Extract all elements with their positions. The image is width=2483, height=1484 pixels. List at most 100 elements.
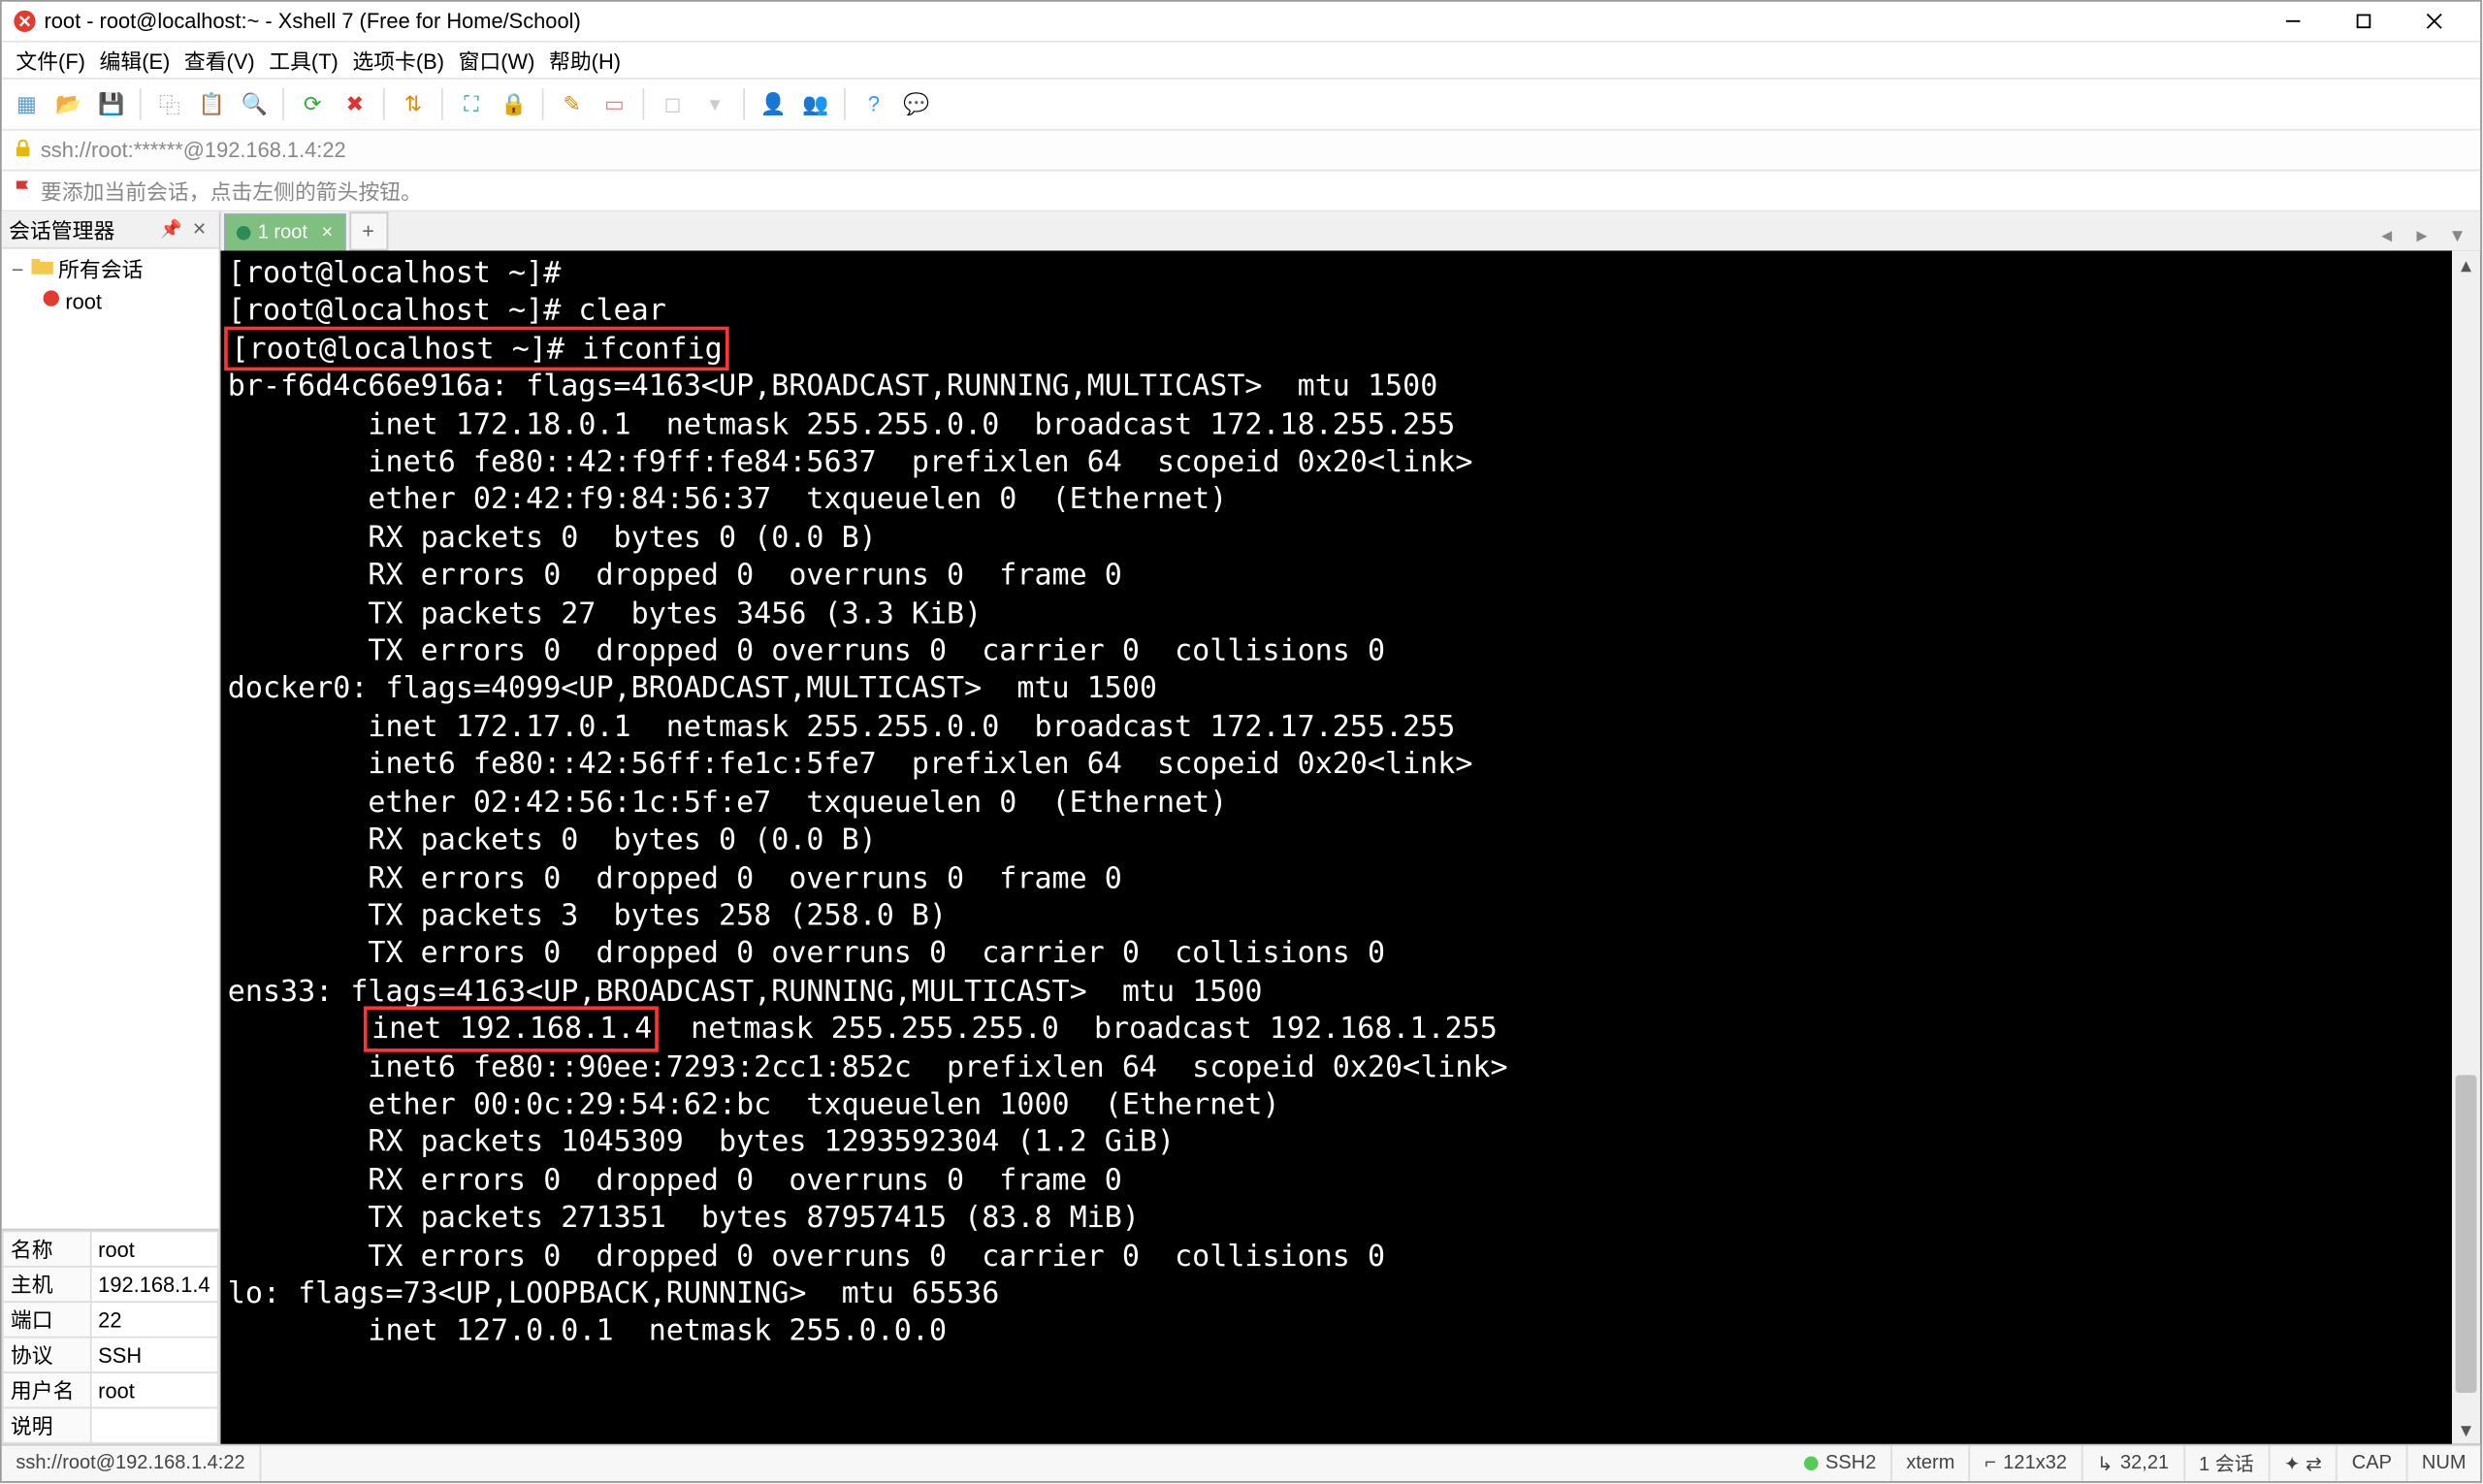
terminal-line: RX packets 1045309 bytes 1293592304 (1.2… bbox=[228, 1123, 2473, 1161]
search-button[interactable]: 🔍 bbox=[237, 86, 272, 121]
prop-key: 名称 bbox=[3, 1231, 90, 1266]
tab-next-button[interactable]: ▸ bbox=[2406, 219, 2438, 251]
indicator2-button[interactable]: ▾ bbox=[697, 86, 732, 121]
terminal-line: [root@localhost ~]# ifconfig bbox=[228, 330, 2473, 368]
tree-collapse-icon[interactable]: − bbox=[9, 257, 26, 281]
prop-row: 主机192.168.1.4 bbox=[3, 1267, 218, 1302]
tree-session[interactable]: root bbox=[37, 286, 215, 316]
reconnect-button[interactable]: ⟳ bbox=[295, 86, 330, 121]
prop-key: 用户名 bbox=[3, 1372, 90, 1407]
scroll-thumb[interactable] bbox=[2456, 1075, 2477, 1393]
toolbar-separator bbox=[282, 88, 284, 120]
terminal-scrollbar[interactable]: ▴ ▾ bbox=[2452, 250, 2480, 1443]
prop-row: 名称root bbox=[3, 1231, 218, 1266]
minimize-button[interactable] bbox=[2258, 2, 2329, 41]
toolbar-separator bbox=[743, 88, 745, 120]
scroll-up-button[interactable]: ▴ bbox=[2452, 250, 2480, 278]
tab-prev-button[interactable]: ◂ bbox=[2370, 219, 2402, 251]
close-button[interactable] bbox=[2399, 2, 2469, 41]
terminal-line: ether 00:0c:29:54:62:bc txqueuelen 1000 … bbox=[228, 1085, 2473, 1123]
tree-root[interactable]: − 所有会话 bbox=[5, 252, 215, 286]
terminal-line: [root@localhost ~]# bbox=[228, 254, 2473, 292]
indicator1-button[interactable]: ◻ bbox=[655, 86, 690, 121]
prop-key: 端口 bbox=[3, 1302, 90, 1337]
prop-value: SSH bbox=[90, 1338, 218, 1372]
menu-工具[interactable]: 工具(T) bbox=[262, 42, 345, 79]
menu-帮助[interactable]: 帮助(H) bbox=[542, 42, 629, 79]
lock-button[interactable]: 🔒 bbox=[496, 86, 531, 121]
sidebar-pin-button[interactable]: 📌 bbox=[159, 217, 183, 242]
sidebar-title-bar: 会话管理器 📌 ✕ bbox=[2, 211, 219, 248]
copy-button[interactable]: ⿻ bbox=[152, 86, 187, 121]
main-area: 1 root × + ◂ ▸ ▾ [root@localhost ~]#[roo… bbox=[221, 211, 2481, 1443]
toolbar-separator bbox=[542, 88, 544, 120]
terminal-line: RX errors 0 dropped 0 overruns 0 frame 0 bbox=[228, 557, 2473, 595]
prop-row: 用户名root bbox=[3, 1372, 218, 1407]
tab-close-icon[interactable]: × bbox=[321, 222, 333, 243]
chat-button[interactable]: 💬 bbox=[898, 86, 933, 121]
terminal[interactable]: [root@localhost ~]#[root@localhost ~]# c… bbox=[221, 250, 2481, 1443]
user2-button[interactable]: 👥 bbox=[798, 86, 833, 121]
maximize-button[interactable] bbox=[2329, 2, 2400, 41]
menu-选项卡[interactable]: 选项卡(B) bbox=[345, 42, 451, 79]
save-button[interactable]: 💾 bbox=[93, 86, 128, 121]
tab-list-button[interactable]: ▾ bbox=[2441, 219, 2473, 251]
new-file-transfer-button[interactable]: ⇅ bbox=[396, 86, 431, 121]
terminal-line: lo: flags=73<UP,LOOPBACK,RUNNING> mtu 65… bbox=[228, 1274, 2473, 1312]
prop-key: 说明 bbox=[3, 1407, 90, 1442]
prop-value: 22 bbox=[90, 1302, 218, 1337]
pencil-button[interactable]: ✎ bbox=[554, 86, 589, 121]
menu-窗口[interactable]: 窗口(W) bbox=[451, 42, 541, 79]
terminal-line: RX packets 0 bytes 0 (0.0 B) bbox=[228, 519, 2473, 557]
prop-row: 端口22 bbox=[3, 1302, 218, 1337]
terminal-line: TX packets 271351 bytes 87957415 (83.8 M… bbox=[228, 1199, 2473, 1237]
scroll-down-button[interactable]: ▾ bbox=[2452, 1416, 2480, 1444]
terminal-line: inet 172.17.0.1 netmask 255.255.0.0 broa… bbox=[228, 708, 2473, 746]
sidebar-close-button[interactable]: ✕ bbox=[187, 217, 211, 242]
toolbar: ▦📂💾 ⿻📋🔍 ⟳✖ ⇅ ⛶🔒 ✎▭ ◻▾ 👤👥?💬 bbox=[2, 80, 2480, 131]
menu-文件[interactable]: 文件(F) bbox=[9, 42, 92, 79]
terminal-line: TX packets 3 bytes 258 (258.0 B) bbox=[228, 896, 2473, 934]
folder-icon bbox=[30, 254, 54, 284]
prop-key: 协议 bbox=[3, 1338, 90, 1372]
terminal-line: inet 192.168.1.4 netmask 255.255.255.0 b… bbox=[228, 1010, 2473, 1048]
help-button[interactable]: ? bbox=[856, 86, 891, 121]
new-tab-button[interactable]: + bbox=[349, 211, 388, 250]
sidebar-title: 会话管理器 bbox=[9, 214, 114, 244]
menu-编辑[interactable]: 编辑(E) bbox=[92, 42, 177, 79]
tab-label: 1 root bbox=[258, 222, 307, 243]
terminal-line: TX errors 0 dropped 0 overruns 0 carrier… bbox=[228, 632, 2473, 670]
tab-root[interactable]: 1 root × bbox=[224, 213, 345, 250]
disconnect-button[interactable]: ✖ bbox=[338, 86, 372, 121]
terminal-line: RX errors 0 dropped 0 overruns 0 frame 0 bbox=[228, 858, 2473, 896]
session-properties: 名称root主机192.168.1.4端口22协议SSH用户名root说明 bbox=[2, 1229, 219, 1444]
address-bar[interactable]: ssh://root:******@192.168.1.4:22 bbox=[2, 131, 2480, 172]
terminal-line: [root@localhost ~]# clear bbox=[228, 292, 2473, 330]
status-bar: ssh://root@192.168.1.4:22 SSH2 xterm ⌐ 1… bbox=[2, 1444, 2480, 1481]
eraser-button[interactable]: ▭ bbox=[597, 86, 631, 121]
terminal-line: inet6 fe80::42:f9ff:fe84:5637 prefixlen … bbox=[228, 443, 2473, 481]
full-screen-button[interactable]: ⛶ bbox=[454, 86, 489, 121]
new-session-button[interactable]: ▦ bbox=[9, 86, 44, 121]
open-button[interactable]: 📂 bbox=[51, 86, 86, 121]
terminal-line: TX errors 0 dropped 0 overruns 0 carrier… bbox=[228, 1237, 2473, 1274]
terminal-line: ether 02:42:f9:84:56:37 txqueuelen 0 (Et… bbox=[228, 481, 2473, 519]
status-connection: ssh://root@192.168.1.4:22 bbox=[2, 1446, 261, 1481]
flag-icon bbox=[13, 177, 34, 204]
session-tree[interactable]: − 所有会话 root bbox=[2, 249, 219, 1229]
terminal-line: ens33: flags=4163<UP,BROADCAST,RUNNING,M… bbox=[228, 972, 2473, 1010]
hint-text: 要添加当前会话，点击左侧的箭头按钮。 bbox=[41, 176, 422, 206]
menu-查看[interactable]: 查看(V) bbox=[177, 42, 262, 79]
status-size: ⌐ 121x32 bbox=[1971, 1446, 2083, 1481]
prop-value: 192.168.1.4 bbox=[90, 1267, 218, 1302]
toolbar-separator bbox=[844, 88, 846, 120]
paste-button[interactable]: 📋 bbox=[194, 86, 229, 121]
scroll-track[interactable] bbox=[2452, 279, 2480, 1416]
toolbar-separator bbox=[140, 88, 142, 120]
terminal-line: docker0: flags=4099<UP,BROADCAST,MULTICA… bbox=[228, 670, 2473, 708]
user1-button[interactable]: 👤 bbox=[756, 86, 790, 121]
status-num: NUM bbox=[2407, 1446, 2480, 1481]
prop-key: 主机 bbox=[3, 1267, 90, 1302]
tab-status-dot bbox=[237, 226, 251, 241]
terminal-line: ether 02:42:56:1c:5f:e7 txqueuelen 0 (Et… bbox=[228, 784, 2473, 822]
